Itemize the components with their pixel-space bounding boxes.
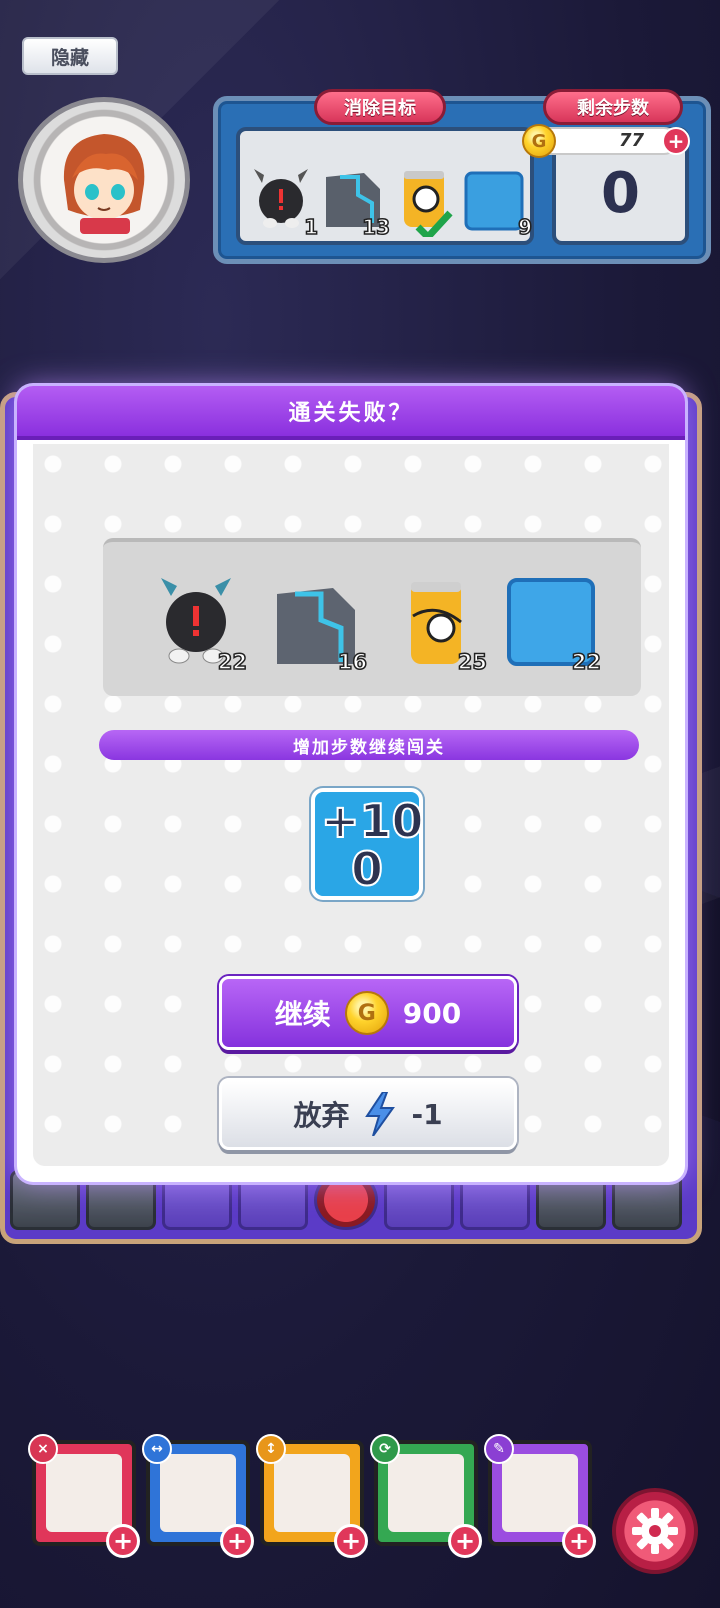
goal-count: 13 [361,214,390,240]
giveup-cost: -1 [411,1097,443,1131]
character-card-5[interactable]: ✎ + [484,1434,596,1558]
add-coins-button[interactable]: + [662,127,690,155]
continue-label: 继续 [274,998,331,1031]
hide-button[interactable]: 隐藏 [22,37,118,75]
dialog-title: 通关失败？ [17,386,685,440]
coin-icon: G [522,124,556,158]
gear-icon [632,1508,678,1554]
character-portrait-icon [274,1454,350,1532]
coin-value: 77 [618,130,644,151]
extra-steps-badge: +10 0 [311,788,425,900]
extra-steps-value-line2: 0 [350,841,384,897]
energy-bolt-icon [365,1092,396,1136]
remaining-item-bomb: 22 [151,572,248,675]
giveup-label: 放弃 [293,1099,350,1132]
continue-hint-banner: 增加步数继续闯关 [99,730,639,760]
soda-can-icon [404,171,453,243]
character-portrait-icon [63,134,145,234]
remaining-count: 22 [217,649,248,675]
coin-icon: G [344,991,389,1035]
remaining-item-soda: 25 [391,572,488,675]
character-portrait-icon [160,1454,236,1532]
character-portrait-icon [502,1454,578,1532]
settings-button[interactable] [612,1488,698,1574]
character-card-1[interactable]: × + [28,1434,140,1558]
continue-button[interactable]: 继续 G 900 [219,976,517,1050]
remaining-count: 16 [337,649,368,675]
add-card-button[interactable]: + [220,1524,254,1558]
goal-item-bomb: 1 [248,153,319,240]
goal-count: 1 [303,214,318,240]
remaining-count: 22 [571,649,602,675]
remaining-goals: 22 16 25 22 [103,538,641,696]
goal-list: 1 13 9 [236,127,534,245]
avatar[interactable] [18,97,190,263]
character-card-2[interactable]: ↔ + [142,1434,254,1558]
character-card-3[interactable]: ↕ + [256,1434,368,1558]
goal-item-metal: 13 [320,153,391,240]
continue-cost: 900 [402,996,462,1030]
add-card-button[interactable]: + [562,1524,596,1558]
character-portrait-icon [46,1454,122,1532]
remaining-item-ice: 22 [505,572,602,675]
goal-label: 消除目标 [314,89,446,125]
remaining-item-metal: 16 [271,572,368,675]
add-card-button[interactable]: + [448,1524,482,1558]
extra-steps-value: +10 [320,793,425,849]
coin-counter: G 77 + [522,124,690,158]
goal-item-ice: 9 [462,153,533,240]
character-portrait-icon [388,1454,464,1532]
character-cards: × + ↔ + ↕ + ⟳ + ✎ + [28,1434,596,1560]
hammer-icon: ✎ [484,1434,514,1464]
remove-icon: × [28,1434,58,1464]
goal-panel: 消除目标 剩余步数 1 13 9 0 G 77 + [213,89,711,264]
give-up-button[interactable]: 放弃 -1 [219,1078,517,1150]
steps-remaining: 0 [601,161,640,226]
add-card-button[interactable]: + [334,1524,368,1558]
character-card-4[interactable]: ⟳ + [370,1434,482,1558]
steps-label: 剩余步数 [543,89,683,125]
goal-count: 9 [517,214,532,240]
remaining-count: 25 [457,649,488,675]
dialog-body: 22 16 25 22 增加步数继续闯关 +10 0 继续 G 900 放弃 -… [33,444,669,1166]
add-card-button[interactable]: + [106,1524,140,1558]
swap-vertical-icon: ↕ [256,1434,286,1464]
goal-item-soda [392,153,458,243]
level-failed-dialog: 通关失败？ 22 16 25 22 增加步数继续闯关 +10 0 继续 G 90… [17,386,685,1182]
swap-horizontal-icon: ↔ [142,1434,172,1464]
refresh-icon: ⟳ [370,1434,400,1464]
